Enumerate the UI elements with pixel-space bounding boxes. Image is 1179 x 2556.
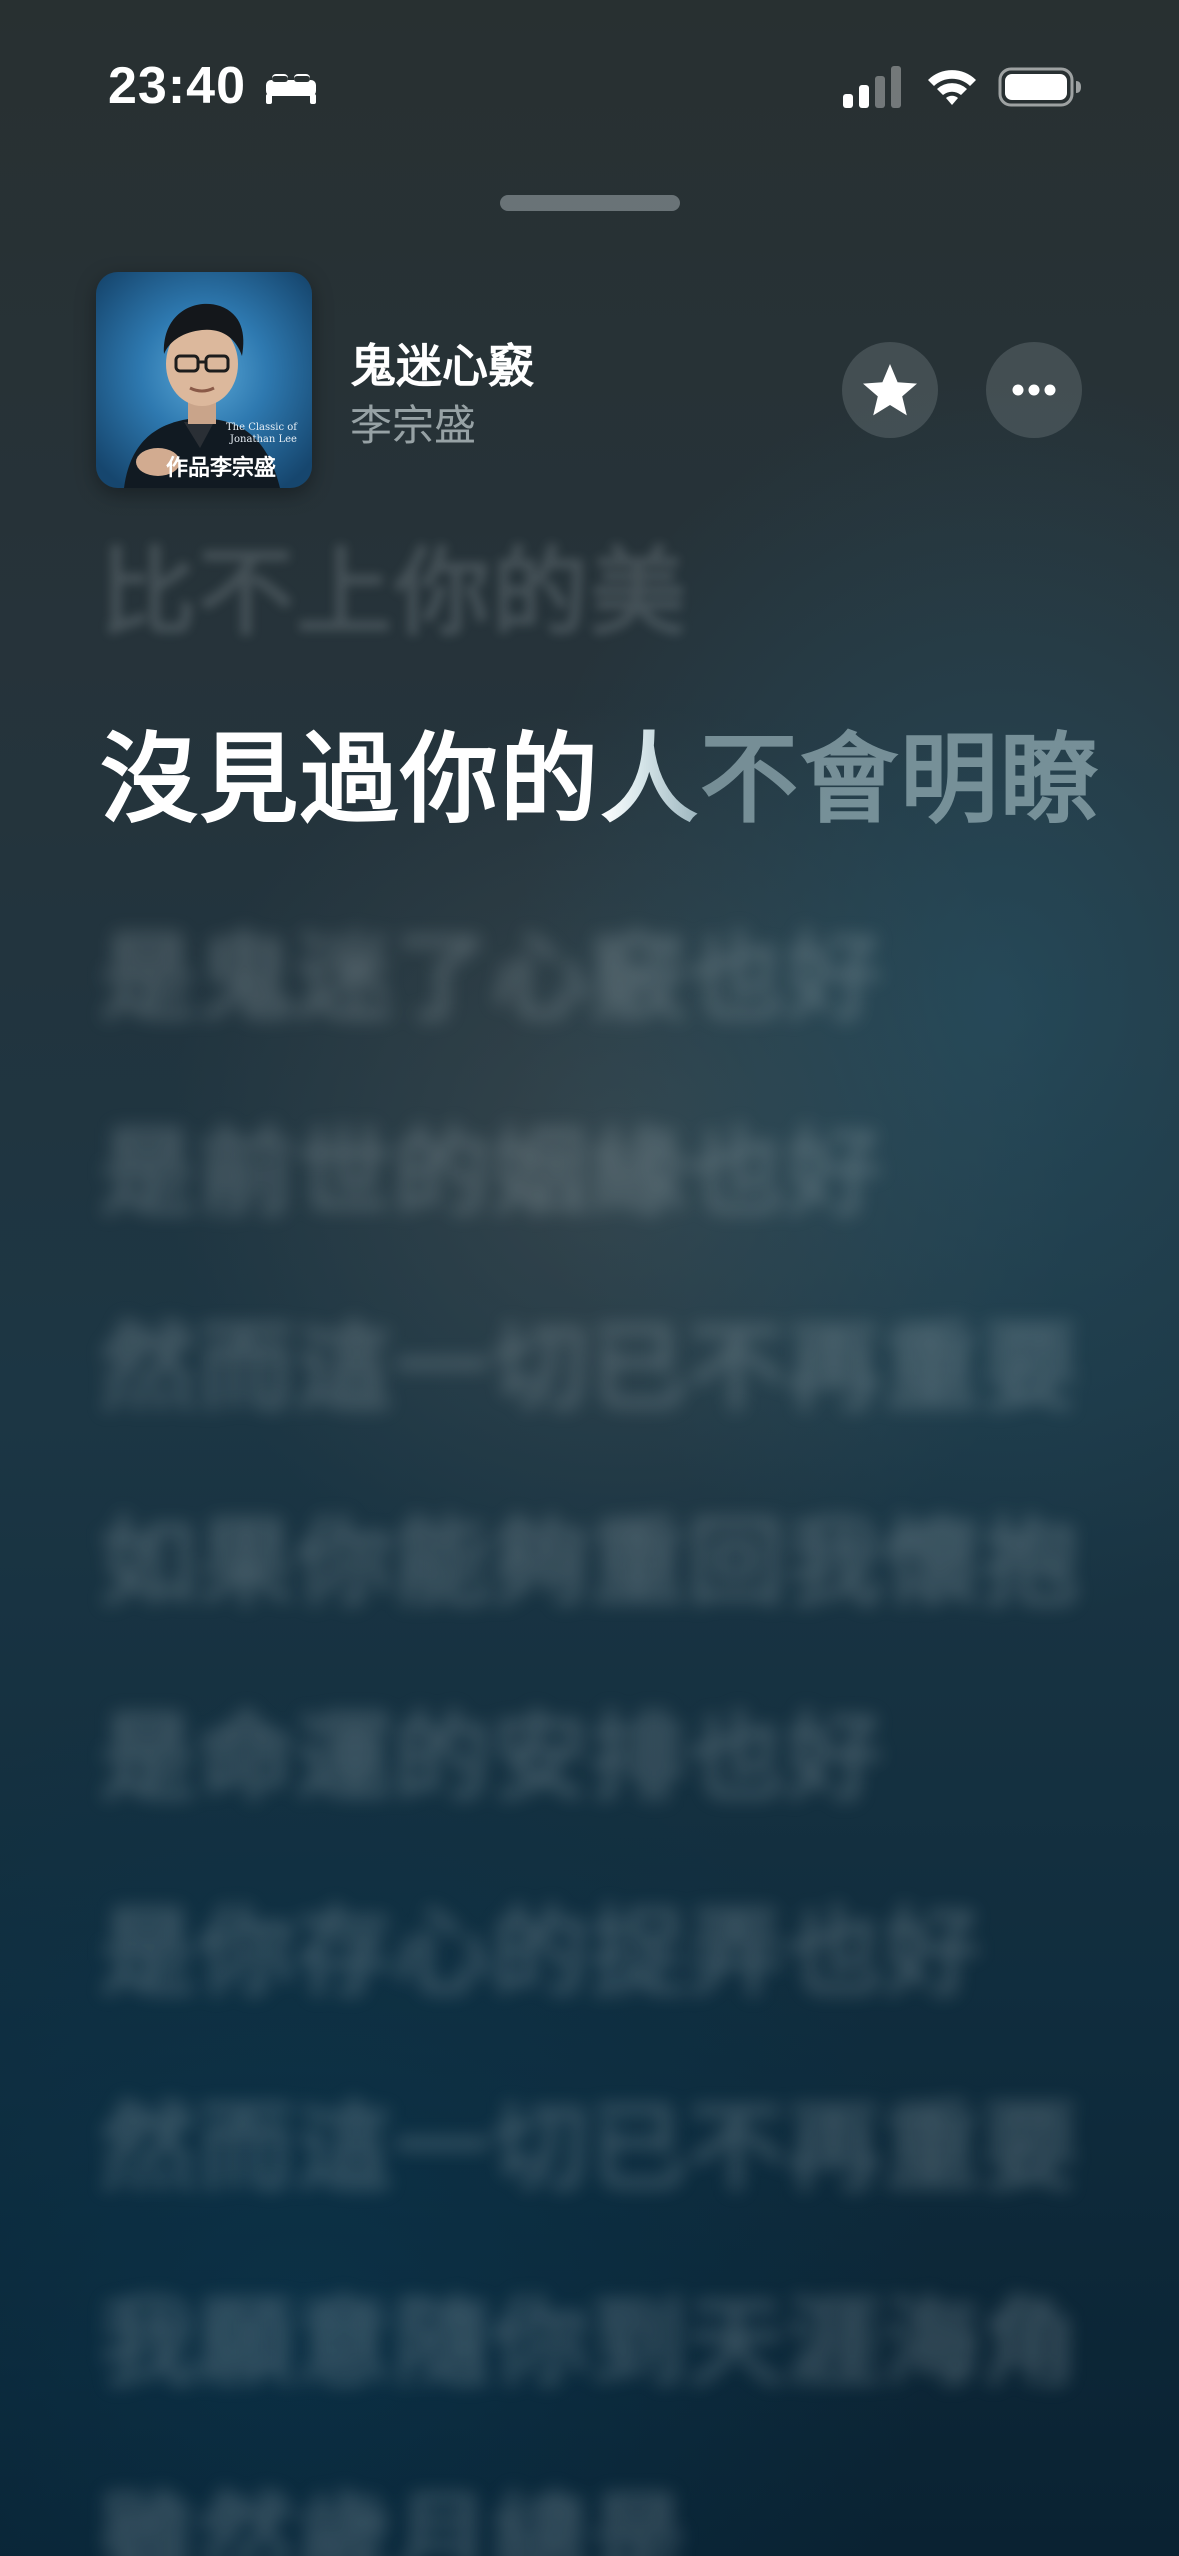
star-icon bbox=[863, 364, 917, 416]
battery-icon bbox=[998, 67, 1081, 107]
bed-icon bbox=[266, 74, 316, 104]
album-small-text-line1: The Classic of bbox=[226, 422, 297, 433]
lyric-current-upcoming: 不會明瞭 bbox=[700, 723, 1101, 837]
lyric-line-previous[interactable]: 比不上你的美 bbox=[100, 515, 688, 654]
song-title[interactable]: 鬼迷心竅 bbox=[350, 330, 534, 396]
album-caption: 作品李宗盛 bbox=[166, 456, 277, 481]
favorite-button[interactable] bbox=[842, 342, 938, 438]
ellipsis-icon bbox=[1012, 384, 1056, 396]
album-small-text: The Classic of Jonathan Lee bbox=[226, 422, 297, 446]
status-bar: 23:40 bbox=[0, 0, 1179, 170]
more-options-button[interactable] bbox=[986, 342, 1082, 438]
lyric-line-upcoming[interactable]: 然而這一切已不再重要 bbox=[100, 1290, 1080, 1429]
now-playing-lyrics-screen: 23:40 The Classic of Jonathan Lee 作品李宗盛 … bbox=[0, 0, 1179, 2556]
lyric-line-upcoming[interactable]: 是鬼迷了心竅也好 bbox=[100, 900, 884, 1039]
lyric-line-upcoming[interactable]: 雖然歲月總是 bbox=[100, 2460, 688, 2556]
lyric-line-current[interactable]: 沒見過你的人不會明瞭 bbox=[100, 700, 1100, 842]
lyric-line-upcoming[interactable]: 是命運的安排也好 bbox=[100, 1680, 884, 1819]
album-artwork[interactable]: The Classic of Jonathan Lee 作品李宗盛 bbox=[96, 272, 312, 488]
lyric-current-in-progress: 人 bbox=[600, 723, 701, 837]
sheet-grabber[interactable] bbox=[500, 195, 680, 211]
status-time: 23:40 bbox=[108, 57, 246, 115]
song-artist[interactable]: 李宗盛 bbox=[350, 392, 476, 453]
lyric-line-upcoming[interactable]: 我願意隨你到天涯海角 bbox=[100, 2265, 1080, 2404]
lyric-line-upcoming[interactable]: 然而這一切已不再重要 bbox=[100, 2070, 1080, 2209]
cellular-signal-icon bbox=[843, 66, 901, 108]
lyric-current-sung: 沒見過你的 bbox=[100, 723, 601, 837]
lyric-line-upcoming[interactable]: 如果你能夠重回我懷抱 bbox=[100, 1485, 1080, 1624]
lyric-line-upcoming[interactable]: 是你存心的捉弄也好 bbox=[100, 1875, 982, 2014]
lyric-line-upcoming[interactable]: 是前世的姻緣也好 bbox=[100, 1095, 884, 1234]
album-small-text-line2: Jonathan Lee bbox=[230, 434, 297, 445]
wifi-icon bbox=[928, 70, 976, 105]
